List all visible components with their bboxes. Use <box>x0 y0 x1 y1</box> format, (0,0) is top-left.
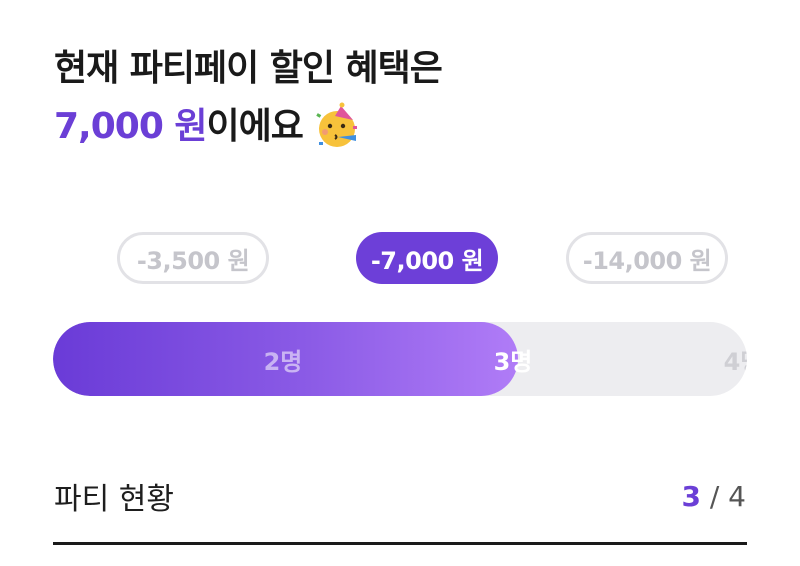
member-option-4[interactable]: 4명 <box>693 322 747 396</box>
discount-chip-3500[interactable]: -3,500 원 <box>117 232 269 284</box>
discount-chip-7000[interactable]: -7,000 원 <box>356 232 498 284</box>
divider <box>53 542 747 545</box>
party-face-icon <box>313 102 361 150</box>
count-separator: / <box>709 479 720 513</box>
party-member-count: 3 / 4 <box>681 480 746 513</box>
member-option-2[interactable]: 2명 <box>233 322 333 396</box>
total-members: 4 <box>728 479 746 513</box>
party-status-row: 파티 현황 3 / 4 <box>54 474 746 518</box>
discount-chip-14000[interactable]: -14,000 원 <box>566 232 728 284</box>
discount-headline: 현재 파티페이 할인 혜택은 7,000 원 이에요 <box>54 40 443 156</box>
party-status-label: 파티 현황 <box>54 482 174 517</box>
current-members: 3 <box>681 479 701 513</box>
discount-amount: 7,000 원 <box>54 105 208 147</box>
headline-suffix: 이에요 <box>206 105 304 147</box>
headline-line1: 현재 파티페이 할인 혜택은 <box>54 48 443 89</box>
headline-line2: 7,000 원 이에요 <box>54 98 442 156</box>
member-option-3[interactable]: 3명 <box>463 322 563 396</box>
member-count-slider[interactable]: 2명 3명 4명 <box>53 322 747 396</box>
